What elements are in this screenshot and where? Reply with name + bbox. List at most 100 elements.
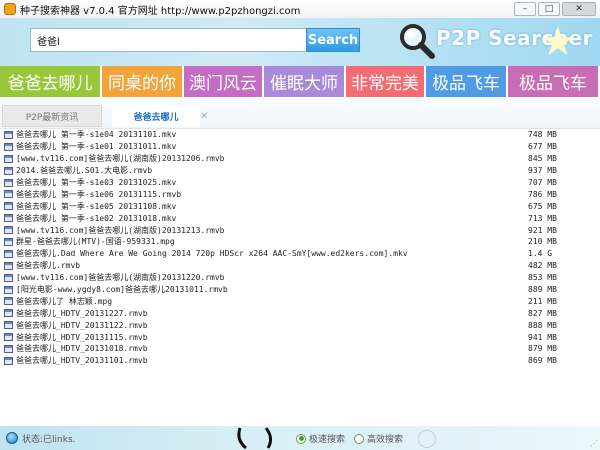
file-name: 爸爸去哪儿_HDTV_20131115.rmvb [16,332,148,342]
file-size: 748 MB [528,130,557,140]
keyword-button[interactable]: 同桌的你 [102,66,184,97]
result-list: 爸爸去哪儿 第一季-s1e04 20131101.mkv 748 MB 爸爸去哪儿 … [0,128,600,427]
window-title: 种子搜索神器 v7.0.4 官方网址 http://www.p2pzhongzi… [20,5,301,17]
search-box [30,28,310,52]
file-name: [www.tv116.com]爸爸去哪儿(湖南版)20131206.rmvb [16,154,225,164]
file-size: 211 MB [528,296,557,306]
video-file-icon [4,142,13,151]
radio-label: 高效搜索 [367,435,404,445]
close-button[interactable]: ✕ [562,2,596,16]
file-row[interactable]: 爸爸去哪儿 第一季-s1e01 20131011.mkv 677 MB [0,141,600,153]
decorative-circle [418,430,436,448]
globe-icon [6,432,18,444]
tab-p2p-news[interactable]: P2P最新资讯 [2,105,102,127]
file-size: 1.4 G [528,249,553,259]
file-size: 869 MB [528,356,557,366]
file-row[interactable]: 爸爸去哪儿_HDTV_20131018.rmvb 879 MB [0,343,600,355]
keyword-button[interactable]: 极品飞车 [426,66,508,97]
tab-search-result[interactable]: 爸爸去哪儿 [112,105,200,127]
file-name: 爸爸去哪儿 第一季-s1e03 20131025.mkv [16,178,177,187]
file-name: 2014.爸爸去哪儿.S01.大电影.rmvb [16,166,153,176]
file-row[interactable]: 爸爸去哪儿.Dad Where Are We Going 2014 720p H… [0,248,600,260]
video-file-icon [4,190,13,199]
video-file-icon [4,237,13,246]
keyword-button[interactable]: 非常完美 [346,66,426,97]
file-size: 786 MB [528,189,557,199]
video-file-icon [4,202,13,211]
radio-dot-icon [296,433,306,444]
video-file-icon [4,333,13,342]
file-name: 爸爸去哪儿.rmvb [16,261,81,271]
video-file-icon [4,273,13,282]
file-size: 827 MB [528,308,557,318]
file-row[interactable]: [www.tv116.com]爸爸去哪儿(湖南版)20131213.rmvb 92… [0,224,600,236]
video-file-icon [4,261,13,270]
file-row[interactable]: 爸爸去哪儿 第一季-s1e05 20131108.mkv 675 MB [0,200,600,212]
file-name: 爸爸去哪儿 第一季-s1e06 20131115.rmvb [16,189,182,199]
magnifier-icon [400,24,435,59]
keyword-button[interactable]: 爸爸去哪儿 [0,66,102,97]
radio-efficient-search[interactable]: 高效搜索 [354,432,403,445]
video-file-icon [4,166,13,175]
keyword-button[interactable]: 催眠大师 [264,66,346,97]
search-banner: Search P2P Searcher ★ [0,18,600,66]
file-row[interactable]: 爸爸去哪儿 第一季-s1e03 20131025.mkv 707 MB [0,177,600,189]
file-name: 爸爸去哪儿.Dad Where Are We Going 2014 720p H… [16,249,408,259]
video-file-icon [4,178,13,187]
search-button[interactable]: Search [306,28,360,52]
file-row[interactable]: [阳光电影-www.ygdy8.com]爸爸去哪儿20131011.rmvb 88… [0,284,600,296]
file-row[interactable]: 爸爸去哪儿 第一季-s1e02 20131018.mkv 713 MB [0,212,600,224]
file-size: 845 MB [528,154,557,164]
search-input[interactable] [31,29,309,51]
file-row[interactable]: 群星-爸爸去哪儿(MTV)-国语-959331.mpg 210 MB [0,236,600,248]
file-name: 爸爸去哪儿_HDTV_20131018.rmvb [16,344,148,354]
file-row[interactable]: 爸爸去哪儿 第一季-s1e06 20131115.rmvb 786 MB [0,188,600,200]
minimize-button[interactable]: – [514,2,536,16]
file-name: 爸爸去哪儿 第一季-s1e04 20131101.mkv [16,130,177,140]
video-file-icon [4,214,13,223]
maximize-button[interactable]: □ [538,2,560,16]
file-size: 713 MB [528,213,557,223]
file-name: 爸爸去哪儿_HDTV_20131101.rmvb [16,356,148,366]
resize-grip-icon[interactable]: ⋰ [590,440,598,448]
file-size: 482 MB [528,261,557,271]
close-icon: ✕ [575,4,583,14]
file-name: 爸爸去哪儿 第一季-s1e01 20131011.mkv [16,142,177,152]
video-file-icon [4,130,13,139]
file-row[interactable]: 2014.爸爸去哪儿.S01.大电影.rmvb 937 MB [0,165,600,177]
file-row[interactable]: 爸爸去哪儿 第一季-s1e04 20131101.mkv 748 MB [0,129,600,141]
file-row[interactable]: 爸爸去哪儿_HDTV_20131227.rmvb 827 MB [0,307,600,319]
file-size: 941 MB [528,332,557,342]
radio-fast-search[interactable]: 极速搜索 [296,432,345,445]
video-file-icon [4,344,13,353]
title-bar: 种子搜索神器 v7.0.4 官方网址 http://www.p2pzhongzi… [0,0,600,18]
file-row[interactable]: 爸爸去哪儿_HDTV_20131115.rmvb 941 MB [0,331,600,343]
window-controls: – □ ✕ [514,2,596,16]
status-text: 状态:已links. [22,434,76,445]
file-name: 爸爸去哪儿了 林志颖.mpg [16,296,113,306]
file-size: 675 MB [528,201,557,211]
radio-dot-icon [354,433,364,444]
file-row[interactable]: 爸爸去哪儿了 林志颖.mpg 211 MB [0,295,600,307]
file-name: 爸爸去哪儿_HDTV_20131122.rmvb [16,320,148,330]
keyword-button[interactable]: 澳门风云 [184,66,264,97]
star-icon: ★ [540,19,576,65]
file-row[interactable]: 爸爸去哪儿.rmvb 482 MB [0,260,600,272]
file-name: 爸爸去哪儿 第一季-s1e02 20131018.mkv [16,213,177,223]
file-row[interactable]: [www.tv116.com]爸爸去哪儿(湖南版)20131220.rmvb 85… [0,272,600,284]
maximize-icon: □ [544,4,554,14]
file-size: 937 MB [528,166,557,176]
video-file-icon [4,249,13,258]
file-name: 群星-爸爸去哪儿(MTV)-国语-959331.mpg [16,237,175,247]
video-file-icon [4,356,13,365]
file-size: 879 MB [528,344,557,354]
video-file-icon [4,309,13,318]
tab-close-icon[interactable]: ✕ [200,111,208,122]
file-name: [阳光电影-www.ygdy8.com]爸爸去哪儿20131011.rmvb [16,285,228,295]
keyword-button[interactable]: 极品飞车 [508,66,600,97]
file-name: [www.tv116.com]爸爸去哪儿(湖南版)20131220.rmvb [16,273,225,283]
file-row[interactable]: 爸爸去哪儿_HDTV_20131101.rmvb 869 MB [0,355,600,367]
file-name: 爸爸去哪儿_HDTV_20131227.rmvb [16,308,148,318]
file-row[interactable]: [www.tv116.com]爸爸去哪儿(湖南版)20131206.rmvb 84… [0,153,600,165]
file-row[interactable]: 爸爸去哪儿_HDTV_20131122.rmvb 888 MB [0,319,600,331]
